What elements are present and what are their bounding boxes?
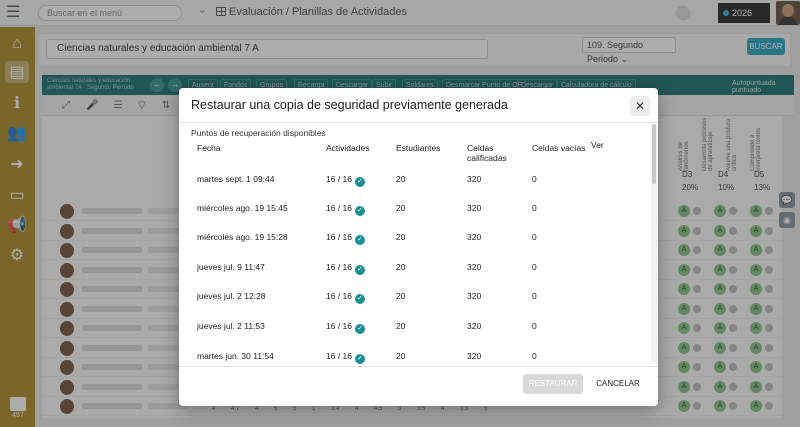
row-actividades-value: 16 / 16 <box>326 262 352 272</box>
check-circle-icon: ✓ <box>355 324 365 334</box>
divider <box>179 122 658 123</box>
recovery-points-label: Puntos de recuperación disponibles <box>191 128 326 138</box>
row-actividades: 16 / 16 ✓ <box>326 321 365 334</box>
header-celdas-calificadas: Celdas calificadas <box>467 143 507 163</box>
row-celdas-vacias: 0 <box>532 262 537 272</box>
header-ver: Ver <box>591 140 604 150</box>
row-actividades: 16 / 16 ✓ <box>326 232 365 245</box>
restore-button[interactable]: RESTAURAR <box>523 374 583 394</box>
recovery-point-row[interactable]: miércoles ago. 19 15:45 16 / 16 ✓ 20 320 0 <box>179 193 651 223</box>
check-circle-icon: ✓ <box>355 265 365 275</box>
row-estudiantes: 20 <box>396 351 406 361</box>
check-circle-icon: ✓ <box>355 235 365 245</box>
row-actividades: 16 / 16 ✓ <box>326 291 365 304</box>
row-estudiantes: 20 <box>396 321 406 331</box>
row-fecha: jueves jul. 9 11:47 <box>197 262 265 272</box>
row-estudiantes: 20 <box>396 203 406 213</box>
row-estudiantes: 20 <box>396 262 406 272</box>
row-celdas-calificadas: 320 <box>467 262 482 272</box>
header-estudiantes: Estudiantes <box>396 143 441 153</box>
row-actividades: 16 / 16 ✓ <box>326 203 365 216</box>
restore-backup-dialog: Restaurar una copia de seguridad previam… <box>179 88 658 406</box>
row-actividades-value: 16 / 16 <box>326 351 352 361</box>
check-circle-icon: ✓ <box>355 177 365 187</box>
row-celdas-calificadas: 320 <box>467 321 482 331</box>
recovery-point-row[interactable]: jueves jul. 2 12:28 16 / 16 ✓ 20 320 0 <box>179 281 651 311</box>
row-celdas-vacias: 0 <box>532 232 537 242</box>
row-fecha: miércoles ago. 19 15:28 <box>197 232 288 242</box>
row-estudiantes: 20 <box>396 232 406 242</box>
recovery-point-row[interactable]: jueves jul. 2 11:53 16 / 16 ✓ 20 320 0 <box>179 311 651 341</box>
recovery-point-row[interactable]: jueves jul. 9 11:47 16 / 16 ✓ 20 320 0 <box>179 252 651 282</box>
row-actividades: 16 / 16 ✓ <box>326 174 365 187</box>
row-actividades-value: 16 / 16 <box>326 232 352 242</box>
header-actividades: Actividades <box>326 143 370 153</box>
row-estudiantes: 20 <box>396 174 406 184</box>
dialog-footer: RESTAURAR CANCELAR <box>179 366 658 406</box>
row-celdas-vacias: 0 <box>532 203 537 213</box>
row-actividades: 16 / 16 ✓ <box>326 262 365 275</box>
row-actividades: 16 / 16 ✓ <box>326 351 365 364</box>
row-fecha: martes sept. 1 09:44 <box>197 174 275 184</box>
recovery-point-row[interactable]: martes sept. 1 09:44 16 / 16 ✓ 20 320 0 <box>179 164 651 194</box>
row-fecha: martes jun. 30 11:54 <box>197 351 274 361</box>
row-celdas-calificadas: 320 <box>467 174 482 184</box>
row-celdas-calificadas: 320 <box>467 351 482 361</box>
row-actividades-value: 16 / 16 <box>326 203 352 213</box>
check-circle-icon: ✓ <box>355 354 365 364</box>
recovery-point-row[interactable]: miércoles ago. 19 15:28 16 / 16 ✓ 20 320 0 <box>179 222 651 252</box>
row-celdas-calificadas: 320 <box>467 232 482 242</box>
recovery-points-table: martes sept. 1 09:44 16 / 16 ✓ 20 320 0 miérco… <box>179 164 651 364</box>
row-celdas-vacias: 0 <box>532 351 537 361</box>
row-celdas-vacias: 0 <box>532 174 537 184</box>
row-celdas-vacias: 0 <box>532 291 537 301</box>
recovery-point-row[interactable]: martes jun. 30 11:54 16 / 16 ✓ 20 320 0 <box>179 341 651 364</box>
dialog-title: Restaurar una copia de seguridad previam… <box>191 98 508 112</box>
header-fecha: Fecha <box>197 143 221 153</box>
check-circle-icon: ✓ <box>355 206 365 216</box>
cancel-button[interactable]: CANCELAR <box>593 374 643 394</box>
row-actividades-value: 16 / 16 <box>326 174 352 184</box>
header-celdas-vacias: Celdas vacías <box>532 143 586 153</box>
row-celdas-calificadas: 320 <box>467 203 482 213</box>
row-estudiantes: 20 <box>396 291 406 301</box>
check-circle-icon: ✓ <box>355 294 365 304</box>
close-icon[interactable]: ✕ <box>630 96 650 116</box>
scrollbar-thumb[interactable] <box>652 124 656 184</box>
row-celdas-vacias: 0 <box>532 321 537 331</box>
row-fecha: miércoles ago. 19 15:45 <box>197 203 288 213</box>
row-celdas-calificadas: 320 <box>467 291 482 301</box>
row-actividades-value: 16 / 16 <box>326 291 352 301</box>
row-fecha: jueves jul. 2 11:53 <box>197 321 265 331</box>
row-actividades-value: 16 / 16 <box>326 321 352 331</box>
row-fecha: jueves jul. 2 12:28 <box>197 291 266 301</box>
